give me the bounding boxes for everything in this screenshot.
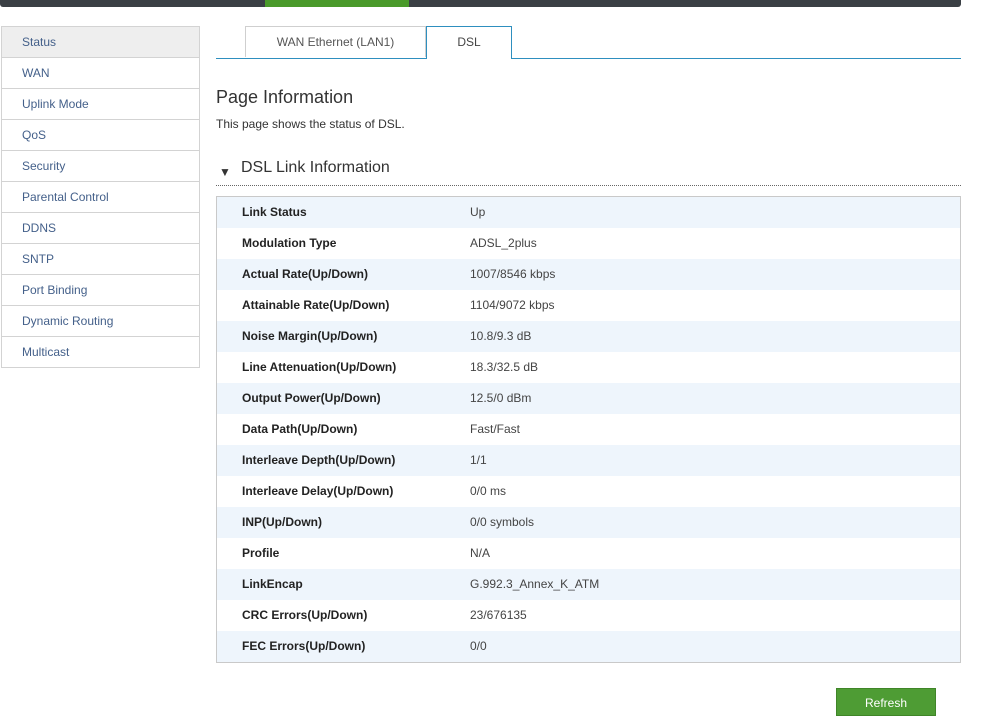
- section-title: DSL Link Information: [241, 159, 390, 176]
- row-value: 1007/8546 kbps: [470, 267, 556, 281]
- page-description: This page shows the status of DSL.: [216, 117, 405, 131]
- collapse-arrow-icon[interactable]: ▼: [219, 165, 231, 179]
- row-value: Up: [470, 205, 486, 219]
- row-label: Data Path(Up/Down): [242, 422, 358, 436]
- row-value: 12.5/0 dBm: [470, 391, 532, 405]
- row-value: 0/0: [470, 639, 487, 653]
- row-label: Modulation Type: [242, 236, 337, 250]
- row-value: 10.8/9.3 dB: [470, 329, 532, 343]
- table-row: INP(Up/Down) 0/0 symbols: [217, 507, 960, 538]
- row-label: Interleave Depth(Up/Down): [242, 453, 396, 467]
- row-label: Output Power(Up/Down): [242, 391, 381, 405]
- tab-wan-ethernet[interactable]: WAN Ethernet (LAN1): [245, 26, 426, 57]
- row-value: 1/1: [470, 453, 487, 467]
- row-label: Line Attenuation(Up/Down): [242, 360, 397, 374]
- page-title: Page Information: [216, 87, 354, 107]
- table-row: Attainable Rate(Up/Down) 1104/9072 kbps: [217, 290, 960, 321]
- row-label: FEC Errors(Up/Down): [242, 639, 366, 653]
- row-value: G.992.3_Annex_K_ATM: [470, 577, 600, 591]
- table-row: FEC Errors(Up/Down) 0/0: [217, 631, 960, 662]
- sidebar-item-uplink-mode[interactable]: Uplink Mode: [2, 89, 199, 120]
- refresh-button[interactable]: Refresh: [836, 688, 936, 716]
- row-label: CRC Errors(Up/Down): [242, 608, 368, 622]
- row-value: Fast/Fast: [470, 422, 521, 436]
- sidebar-item-sntp[interactable]: SNTP: [2, 244, 199, 275]
- table-row: Output Power(Up/Down) 12.5/0 dBm: [217, 383, 960, 414]
- row-value: N/A: [470, 546, 491, 560]
- top-bar-accent: [265, 0, 409, 7]
- row-value: ADSL_2plus: [470, 236, 537, 250]
- sidebar-item-qos[interactable]: QoS: [2, 120, 199, 151]
- sidebar-item-status[interactable]: Status: [2, 27, 199, 58]
- sidebar-item-dynamic-routing[interactable]: Dynamic Routing: [2, 306, 199, 337]
- table-row: Actual Rate(Up/Down) 1007/8546 kbps: [217, 259, 960, 290]
- row-value: 1104/9072 kbps: [470, 298, 555, 312]
- row-label: INP(Up/Down): [242, 515, 322, 529]
- tab-dsl[interactable]: DSL: [426, 26, 512, 59]
- table-row: Interleave Delay(Up/Down) 0/0 ms: [217, 476, 960, 507]
- row-label: Noise Margin(Up/Down): [242, 329, 378, 343]
- sidebar-item-security[interactable]: Security: [2, 151, 199, 182]
- sidebar-item-multicast[interactable]: Multicast: [2, 337, 199, 368]
- table-row: Link Status Up: [217, 197, 960, 228]
- row-label: Profile: [242, 546, 280, 560]
- table-row: Profile N/A: [217, 538, 960, 569]
- dsl-info-table: Link Status Up Modulation Type ADSL_2plus …: [216, 196, 961, 663]
- sidebar-nav: Status WAN Uplink Mode QoS Security Pare…: [1, 26, 200, 368]
- row-value: 18.3/32.5 dB: [470, 360, 539, 374]
- row-label: LinkEncap: [242, 577, 303, 591]
- sidebar-item-port-binding[interactable]: Port Binding: [2, 275, 199, 306]
- table-row: LinkEncap G.992.3_Annex_K_ATM: [217, 569, 960, 600]
- row-label: Interleave Delay(Up/Down): [242, 484, 394, 498]
- row-value: 23/676135: [470, 608, 527, 622]
- sidebar-item-ddns[interactable]: DDNS: [2, 213, 199, 244]
- section-header[interactable]: ▼ DSL Link Information: [216, 157, 961, 186]
- row-label: Link Status: [242, 205, 307, 219]
- row-label: Attainable Rate(Up/Down): [242, 298, 390, 312]
- tab-bar: WAN Ethernet (LAN1) DSL: [216, 26, 961, 59]
- row-value: 0/0 symbols: [470, 515, 535, 529]
- row-label: Actual Rate(Up/Down): [242, 267, 368, 281]
- table-row: Modulation Type ADSL_2plus: [217, 228, 960, 259]
- sidebar-item-wan[interactable]: WAN: [2, 58, 199, 89]
- table-row: CRC Errors(Up/Down) 23/676135: [217, 600, 960, 631]
- table-row: Line Attenuation(Up/Down) 18.3/32.5 dB: [217, 352, 960, 383]
- top-bar: [0, 0, 961, 7]
- table-row: Noise Margin(Up/Down) 10.8/9.3 dB: [217, 321, 960, 352]
- table-row: Data Path(Up/Down) Fast/Fast: [217, 414, 960, 445]
- row-value: 0/0 ms: [470, 484, 507, 498]
- table-row: Interleave Depth(Up/Down) 1/1: [217, 445, 960, 476]
- sidebar-item-parental-control[interactable]: Parental Control: [2, 182, 199, 213]
